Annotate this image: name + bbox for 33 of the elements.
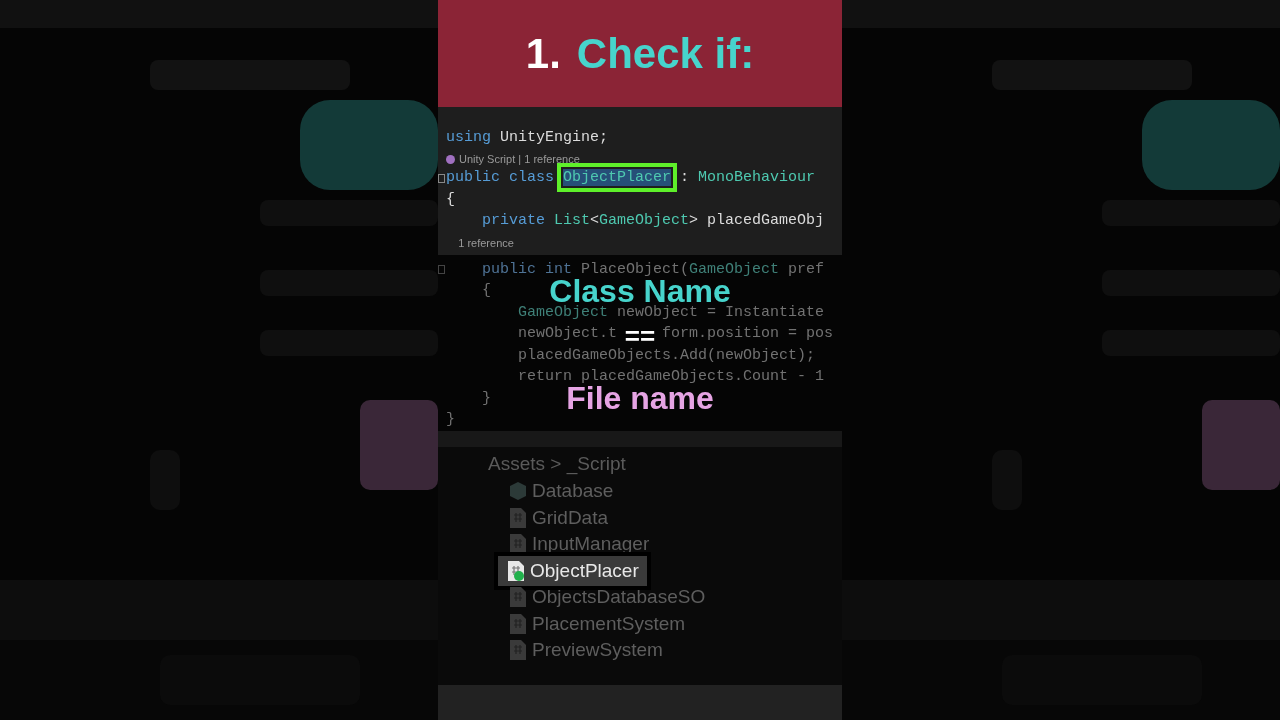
code-lens[interactable]: 1 reference [446, 234, 514, 251]
breadcrumb[interactable]: Assets > _Script [488, 449, 626, 479]
code-line: public int PlaceObject(GameObject pref [481, 259, 825, 279]
code-line: } [481, 388, 491, 409]
cube-icon [508, 480, 528, 503]
code-line: placedGameObjects.Add(newObject); [517, 345, 816, 366]
code-line: using UnityEngine; [446, 127, 609, 148]
asset-item[interactable]: GridData [508, 503, 609, 532]
script-file-icon [508, 506, 528, 529]
code-line: return placedGameObjects.Count - 1 [517, 367, 825, 386]
overlay-heading: File name [566, 385, 714, 411]
step-number: 1. [525, 29, 561, 79]
code-lens[interactable]: Unity Script | 1 reference [446, 151, 580, 168]
asset-item[interactable]: PreviewSystem [508, 636, 663, 665]
script-file-icon [508, 612, 528, 635]
asset-item[interactable]: Database [508, 477, 614, 506]
overlay-heading: Class Name [549, 278, 731, 304]
script-file-icon [506, 559, 526, 582]
asset-item[interactable]: PlacementSystem [508, 609, 686, 638]
code-line: public class ObjectPlacer : MonoBehaviour [446, 168, 816, 188]
equals-sign: == [624, 327, 656, 345]
code-line: form.position = pos [662, 324, 834, 344]
code-line: { [481, 281, 491, 301]
code-line: private List<GameObject> placedGameObj [481, 211, 825, 231]
code-line: GameObject newObject = Instantiate [517, 302, 825, 323]
code-line: newObject.t [517, 324, 618, 344]
fold-icon[interactable] [438, 173, 445, 183]
banner-title: Check if: [576, 29, 755, 79]
script-file-icon [508, 639, 528, 662]
asset-item[interactable]: ObjectsDatabaseSO [508, 583, 706, 612]
code-line: } [446, 410, 455, 430]
code-line: { [446, 189, 455, 210]
script-file-icon [508, 586, 528, 609]
